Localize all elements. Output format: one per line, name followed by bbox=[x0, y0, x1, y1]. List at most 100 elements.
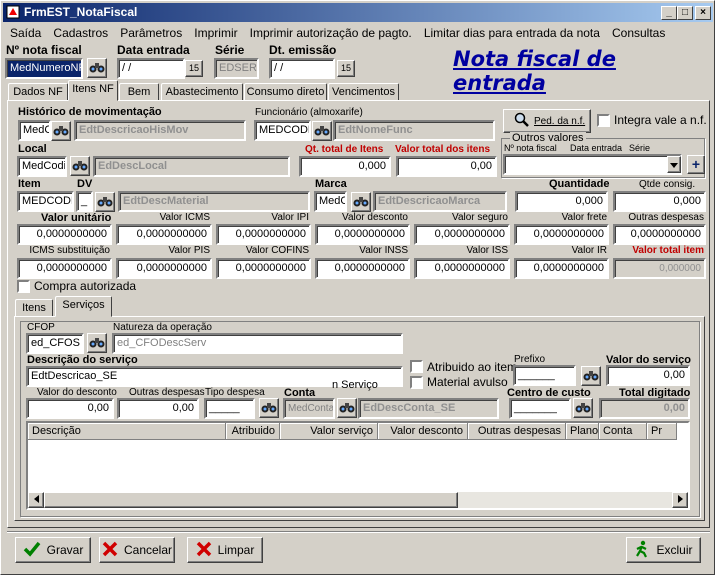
menu-bar: Saída Cadastros Parâmetros Imprimir Impr… bbox=[10, 26, 674, 42]
prefixo-input[interactable]: ______ bbox=[513, 365, 576, 386]
binoculars-icon bbox=[261, 400, 277, 417]
row1-value-2[interactable]: 0,0000000000 bbox=[216, 224, 311, 245]
outros-data-label: Data entrada bbox=[570, 143, 623, 153]
quantidade-input[interactable]: 0,000 bbox=[515, 191, 608, 212]
emissao-input[interactable]: / / bbox=[269, 58, 335, 79]
valor-desconto-serv-input[interactable]: 0,00 bbox=[26, 398, 114, 419]
dv-input[interactable]: _ bbox=[76, 191, 93, 212]
row1-value-4[interactable]: 0,0000000000 bbox=[414, 224, 510, 245]
row1-label-6: Outras despesas bbox=[628, 212, 704, 223]
marca-code-input[interactable]: MedC bbox=[314, 191, 347, 212]
item-search-button[interactable] bbox=[95, 192, 115, 212]
emissao-calendar-icon[interactable]: 15 bbox=[337, 60, 355, 77]
marca-search-button[interactable] bbox=[351, 192, 371, 212]
tipo-despesa-search-button[interactable] bbox=[259, 398, 279, 418]
atribuido-item-checkbox[interactable] bbox=[410, 360, 423, 373]
material-avulso-checkbox[interactable] bbox=[410, 376, 423, 389]
limpar-button[interactable]: Limpar bbox=[187, 537, 263, 563]
outros-valores-dropdown[interactable] bbox=[667, 156, 681, 173]
valor-servico-input[interactable]: 0,00 bbox=[606, 365, 690, 386]
grid-col-5[interactable]: Plano bbox=[566, 423, 599, 440]
compra-autorizada-checkbox[interactable] bbox=[17, 280, 30, 293]
marca-desc-input: EdtDescricaoMarca bbox=[373, 191, 507, 212]
grid-col-6[interactable]: Conta bbox=[599, 423, 647, 440]
minimize-button[interactable]: _ bbox=[661, 6, 677, 20]
menu-saida[interactable]: Saída bbox=[10, 26, 41, 40]
scroll-right-button[interactable] bbox=[672, 492, 688, 508]
menu-imprimir-autorizacao[interactable]: Imprimir autorização de pagto. bbox=[250, 26, 412, 40]
cancelar-button[interactable]: Cancelar bbox=[99, 537, 175, 563]
scroll-thumb[interactable] bbox=[44, 492, 458, 508]
gravar-button[interactable]: Gravar bbox=[15, 537, 91, 563]
qtde-consig-input[interactable]: 0,000 bbox=[613, 191, 706, 212]
tab-bem[interactable]: Bem bbox=[119, 83, 159, 101]
tab-itens-nf[interactable]: Itens NF bbox=[68, 80, 118, 101]
local-search-button[interactable] bbox=[70, 156, 90, 176]
tab-abastecimento[interactable]: Abastecimento bbox=[161, 83, 243, 101]
tab-dados-nf[interactable]: Dados NF bbox=[8, 83, 68, 101]
subtab-itens[interactable]: Itens bbox=[15, 299, 53, 317]
row2-value-4[interactable]: 0,0000000000 bbox=[414, 258, 510, 279]
pedido-nf-button[interactable]: Ped. da n.f. bbox=[503, 109, 591, 133]
grid-col-1[interactable]: Atribuido bbox=[226, 423, 280, 440]
row1-value-5[interactable]: 0,0000000000 bbox=[514, 224, 609, 245]
grid-hscrollbar[interactable] bbox=[28, 492, 688, 508]
quantidade-label: Quantidade bbox=[549, 178, 610, 190]
tipo-despesa-input[interactable]: _____ bbox=[204, 398, 255, 419]
row2-value-1[interactable]: 0,0000000000 bbox=[116, 258, 212, 279]
row2-value-5[interactable]: 0,0000000000 bbox=[514, 258, 609, 279]
cfop-search-button[interactable] bbox=[87, 333, 107, 353]
grid-col-7[interactable]: Pr bbox=[647, 423, 677, 440]
outras-despesas-serv-input[interactable]: 0,00 bbox=[117, 398, 199, 419]
local-code-input[interactable]: MedCodig bbox=[17, 156, 67, 177]
menu-consultas[interactable]: Consultas bbox=[612, 26, 665, 40]
app-icon bbox=[6, 5, 20, 19]
tab-vencimentos[interactable]: Vencimentos bbox=[328, 83, 399, 101]
funcionario-code-input[interactable]: MEDCODF bbox=[254, 120, 311, 141]
menu-imprimir[interactable]: Imprimir bbox=[194, 26, 237, 40]
funcionario-search-button[interactable] bbox=[312, 121, 332, 141]
menu-cadastros[interactable]: Cadastros bbox=[53, 26, 108, 40]
add-outros-button[interactable]: + bbox=[687, 155, 705, 174]
excluir-button[interactable]: Excluir bbox=[626, 537, 701, 563]
historico-code-input[interactable]: MedC bbox=[18, 120, 51, 141]
scroll-left-button[interactable] bbox=[28, 492, 44, 508]
x-cancel-icon bbox=[102, 541, 118, 560]
menu-parametros[interactable]: Parâmetros bbox=[120, 26, 182, 40]
historico-search-button[interactable] bbox=[51, 121, 71, 141]
maximize-button[interactable]: □ bbox=[677, 6, 693, 20]
nota-search-button[interactable] bbox=[87, 58, 107, 78]
centro-custo-input[interactable]: _______ bbox=[509, 398, 571, 419]
grid-col-3[interactable]: Valor desconto bbox=[378, 423, 468, 440]
close-button[interactable]: × bbox=[695, 6, 711, 20]
menu-limitar-dias[interactable]: Limitar dias para entrada da nota bbox=[424, 26, 600, 40]
row2-value-0[interactable]: 0,0000000000 bbox=[17, 258, 112, 279]
centro-custo-search-button[interactable] bbox=[573, 398, 593, 418]
cfop-input[interactable]: ed_CFOS bbox=[26, 333, 84, 354]
serie-input[interactable]: EDSERI bbox=[214, 58, 259, 79]
arrow-right-icon bbox=[677, 494, 683, 506]
data-entrada-input[interactable]: / / bbox=[117, 58, 185, 79]
grid-col-4[interactable]: Outras despesas bbox=[468, 423, 566, 440]
row1-value-1[interactable]: 0,0000000000 bbox=[116, 224, 212, 245]
nota-fiscal-input[interactable]: MedNumeroNF bbox=[5, 58, 83, 79]
binoculars-icon bbox=[314, 123, 330, 140]
prefixo-search-button[interactable] bbox=[581, 366, 601, 386]
data-entrada-calendar-icon[interactable]: 15 bbox=[185, 60, 203, 77]
integra-vale-checkbox[interactable] bbox=[597, 114, 610, 127]
item-code-input[interactable]: MEDCODIG bbox=[17, 191, 74, 212]
row1-value-6[interactable]: 0,0000000000 bbox=[613, 224, 706, 245]
historico-desc-input: EdtDescricaoHisMov bbox=[74, 120, 246, 141]
servicos-grid[interactable]: Descrição Atribuido Valor serviço Valor des… bbox=[26, 421, 690, 510]
row2-value-2[interactable]: 0,0000000000 bbox=[216, 258, 311, 279]
tab-consumo-direto[interactable]: Consumo direto bbox=[244, 83, 327, 101]
outros-valores-select[interactable] bbox=[503, 154, 682, 175]
subtab-servicos[interactable]: Serviços bbox=[55, 296, 112, 317]
row1-value-0[interactable]: 0,0000000000 bbox=[17, 224, 112, 245]
row2-value-3[interactable]: 0,0000000000 bbox=[315, 258, 410, 279]
grid-col-2[interactable]: Valor serviço bbox=[280, 423, 378, 440]
row1-value-3[interactable]: 0,0000000000 bbox=[315, 224, 410, 245]
grid-col-0[interactable]: Descrição bbox=[28, 423, 226, 440]
conta-search-button[interactable] bbox=[337, 398, 357, 418]
conta-code-input[interactable]: MedConta bbox=[283, 398, 335, 419]
